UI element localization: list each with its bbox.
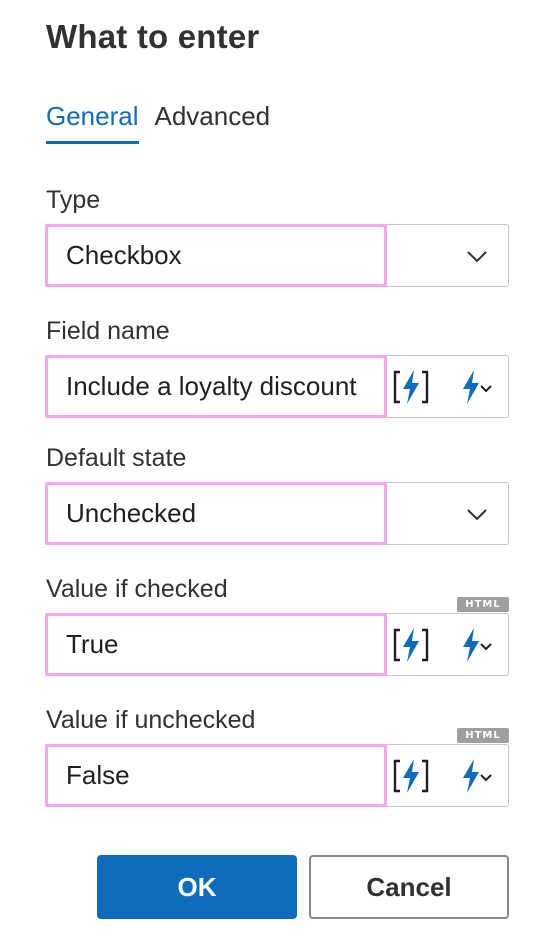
variable-bolt-icon[interactable] [391, 753, 431, 799]
chevron-down-icon[interactable] [464, 243, 490, 269]
tab-advanced[interactable]: Advanced [155, 100, 271, 146]
value-if-unchecked-value[interactable]: False [45, 744, 387, 807]
field-name-input[interactable]: Include a loyalty discount [45, 355, 509, 418]
value-if-checked-label: Value if checked [46, 575, 228, 603]
value-if-checked-value[interactable]: True [45, 613, 387, 676]
field-name-value[interactable]: Include a loyalty discount [45, 355, 387, 418]
bolt-menu-icon[interactable] [456, 364, 500, 410]
default-state-value[interactable]: Unchecked [45, 482, 387, 545]
type-value[interactable]: Checkbox [45, 224, 387, 287]
html-badge: HTML [457, 728, 509, 743]
tab-general[interactable]: General [46, 100, 139, 146]
default-state-dropdown[interactable]: Unchecked [45, 482, 509, 545]
html-badge: HTML [457, 597, 509, 612]
type-label: Type [46, 186, 101, 214]
field-name-label: Field name [46, 317, 170, 345]
cancel-button[interactable]: Cancel [309, 855, 509, 919]
variable-bolt-icon[interactable] [391, 622, 431, 668]
dialog-title: What to enter [46, 18, 260, 55]
ok-button[interactable]: OK [97, 855, 297, 919]
default-state-label: Default state [46, 444, 187, 472]
value-if-checked-input[interactable]: True [45, 613, 509, 676]
type-dropdown[interactable]: Checkbox [45, 224, 509, 287]
bolt-menu-icon[interactable] [456, 622, 500, 668]
chevron-down-icon[interactable] [464, 501, 490, 527]
value-if-unchecked-label: Value if unchecked [46, 706, 256, 734]
value-if-unchecked-input[interactable]: False [45, 744, 509, 807]
bolt-menu-icon[interactable] [456, 753, 500, 799]
tab-bar: General Advanced [46, 100, 270, 146]
variable-bolt-icon[interactable] [391, 364, 431, 410]
